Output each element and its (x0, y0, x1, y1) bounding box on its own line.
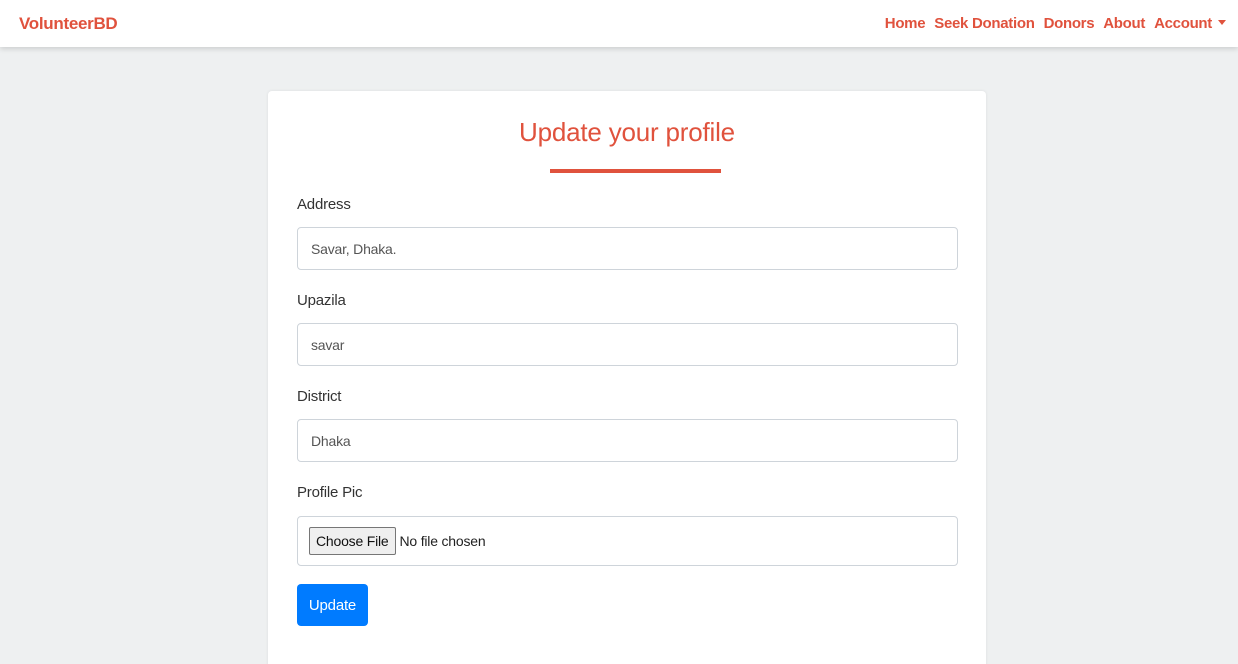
district-label: District (297, 388, 342, 405)
nav-link-donors[interactable]: Donors (1044, 15, 1095, 32)
page-title: Update your profile (519, 117, 735, 147)
choose-file-button[interactable]: Choose File (309, 527, 396, 555)
nav-link-account[interactable]: Account (1154, 15, 1226, 32)
profile-pic-label: Profile Pic (297, 484, 363, 501)
caret-down-icon (1218, 19, 1226, 25)
title-underline (550, 169, 721, 173)
nav-link-about[interactable]: About (1103, 15, 1145, 32)
profile-form-card: Update your profile Address Savar, Dhaka… (268, 91, 986, 664)
upazila-input[interactable]: savar (297, 323, 958, 366)
update-button[interactable]: Update (297, 584, 368, 626)
nav-link-home[interactable]: Home (885, 15, 926, 32)
upazila-label: Upazila (297, 292, 346, 309)
profile-pic-file-input: Choose File No file chosen (297, 516, 958, 566)
district-input[interactable]: Dhaka (297, 419, 958, 462)
account-label: Account (1154, 15, 1212, 32)
address-input[interactable]: Savar, Dhaka. (297, 227, 958, 270)
address-label: Address (297, 196, 351, 213)
top-navbar: VolunteerBD Home Seek Donation Donors Ab… (0, 0, 1238, 47)
nav-link-seek-donation[interactable]: Seek Donation (934, 15, 1035, 32)
nav-links: Home Seek Donation Donors About Account (876, 15, 1226, 32)
file-status-text: No file chosen (399, 533, 486, 549)
brand-logo[interactable]: VolunteerBD (19, 14, 118, 34)
